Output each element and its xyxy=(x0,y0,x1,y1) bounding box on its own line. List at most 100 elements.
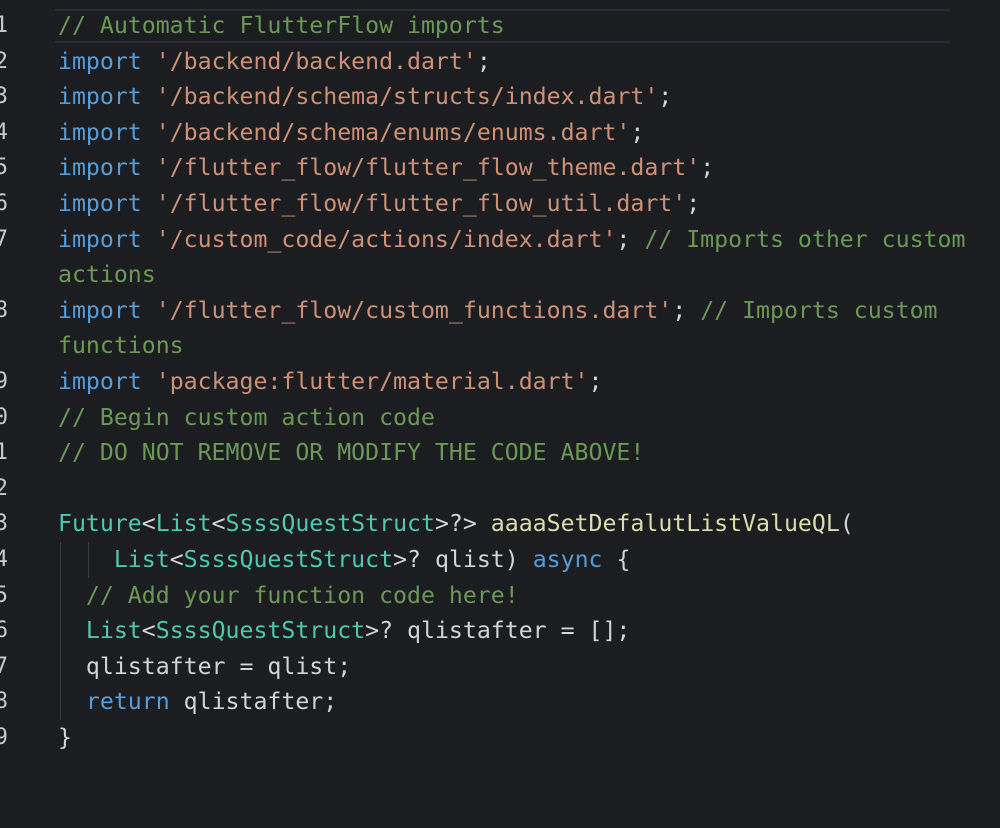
code-content: return qlistafter; xyxy=(58,684,1000,720)
code-content: import '/flutter_flow/flutter_flow_util.… xyxy=(58,186,1000,222)
code-type: List xyxy=(155,510,212,538)
code-string: '/custom_code/actions/index.dart' xyxy=(155,225,617,253)
code-type: SsssQuestStruct xyxy=(183,545,394,573)
code-punctuation: ; xyxy=(476,47,491,75)
code-line[interactable]: 11 // DO NOT REMOVE OR MODIFY THE CODE AB… xyxy=(0,435,1000,471)
code-content: // Add your function code here! xyxy=(58,578,1000,614)
code-punctuation: ( xyxy=(839,510,854,538)
code-line[interactable]: 10 // Begin custom action code xyxy=(0,400,1000,436)
line-number: 17 xyxy=(0,653,8,679)
code-line[interactable]: 15 // Add your function code here! xyxy=(0,577,1000,614)
code-text: qlistafter = qlist; xyxy=(58,652,352,680)
code-type: SsssQuestStruct xyxy=(155,617,366,645)
code-content: import '/backend/schema/structs/index.da… xyxy=(58,79,1000,115)
line-number: 4 xyxy=(0,119,8,145)
code-line[interactable]: 3 import '/backend/schema/structs/index.d… xyxy=(0,79,1000,115)
code-string: '/flutter_flow/custom_functions.dart' xyxy=(155,296,673,324)
code-string: 'package:flutter/material.dart' xyxy=(155,367,589,395)
code-type: List xyxy=(85,617,142,645)
code-line[interactable]: 14 List<SsssQuestStruct>? qlist) async { xyxy=(0,541,1000,578)
code-text: qlistafter = []; xyxy=(407,617,631,645)
line-number: 16 xyxy=(0,618,8,644)
line-number: 14 xyxy=(0,546,8,572)
code-line[interactable]: 12 xyxy=(0,471,1000,507)
code-line[interactable]: 17 qlistafter = qlist; xyxy=(0,648,1000,685)
line-number: 8 xyxy=(0,297,8,323)
code-content: import '/backend/schema/enums/enums.dart… xyxy=(58,115,1000,151)
code-line[interactable]: 8 import '/flutter_flow/custom_functions.… xyxy=(0,293,1000,364)
code-punctuation: ; xyxy=(700,154,715,182)
code-punctuation: ) xyxy=(504,545,533,573)
code-content: // DO NOT REMOVE OR MODIFY THE CODE ABOV… xyxy=(58,435,1000,471)
code-keyword: import xyxy=(58,296,142,324)
code-line[interactable]: 5 import '/flutter_flow/flutter_flow_them… xyxy=(0,150,1000,186)
code-line[interactable]: 18 return qlistafter; xyxy=(0,684,1000,720)
code-line[interactable]: 7 import '/custom_code/actions/index.dart… xyxy=(0,222,1000,293)
code-line[interactable]: 9 import 'package:flutter/material.dart'; xyxy=(0,364,1000,400)
code-line[interactable]: 4 import '/backend/schema/enums/enums.dar… xyxy=(0,115,1000,151)
code-comment: // Add your function code here! xyxy=(85,581,519,609)
code-punctuation: ; xyxy=(658,83,673,111)
code-keyword: import xyxy=(58,367,142,395)
code-line[interactable]: 6 import '/flutter_flow/flutter_flow_util… xyxy=(0,186,1000,222)
code-punctuation: >?> xyxy=(434,510,491,538)
code-keyword: async xyxy=(532,545,603,573)
code-type: SsssQuestStruct xyxy=(225,510,435,538)
code-string: '/backend/schema/structs/index.dart' xyxy=(155,83,659,111)
code-text: qlist xyxy=(434,545,505,573)
code-punctuation: ; xyxy=(630,118,645,146)
indent-guide xyxy=(60,613,61,649)
code-function: aaaaSetDefalutListValueQL xyxy=(490,510,840,538)
line-number: 18 xyxy=(0,689,8,715)
line-number: 2 xyxy=(0,48,8,74)
code-content: qlistafter = qlist; xyxy=(58,649,1000,685)
code-string: '/backend/schema/enums/enums.dart' xyxy=(155,118,631,146)
code-punctuation: ; xyxy=(672,296,701,324)
code-keyword: import xyxy=(58,118,142,146)
code-comment: // DO NOT REMOVE OR MODIFY THE CODE ABOV… xyxy=(58,439,645,467)
code-text: qlistafter; xyxy=(169,688,338,716)
indent-guide xyxy=(88,541,89,578)
line-number: 12 xyxy=(0,475,8,501)
code-content: // Begin custom action code xyxy=(58,400,1000,436)
code-line[interactable]: 19} xyxy=(0,720,1000,756)
code-punctuation: >? xyxy=(393,545,435,573)
line-number: 9 xyxy=(0,368,8,394)
code-string: '/flutter_flow/flutter_flow_util.dart' xyxy=(155,189,687,217)
code-type: Future xyxy=(58,510,142,538)
code-punctuation: { xyxy=(602,545,631,573)
code-content: import 'package:flutter/material.dart'; xyxy=(58,364,1000,400)
code-line[interactable]: 2 import '/backend/backend.dart'; xyxy=(0,44,1000,80)
code-comment: // Automatic FlutterFlow imports xyxy=(58,12,505,39)
code-punctuation: < xyxy=(211,510,226,538)
code-content: Future<List<SsssQuestStruct>?> aaaaSetDe… xyxy=(58,506,1000,542)
code-content: import '/custom_code/actions/index.dart'… xyxy=(58,222,1000,293)
code-editor[interactable]: 1 // Automatic FlutterFlow imports 2 import… xyxy=(0,8,1000,755)
code-punctuation: } xyxy=(58,723,72,751)
code-punctuation: ; xyxy=(616,225,645,253)
code-line[interactable]: 1 // Automatic FlutterFlow imports xyxy=(0,8,1000,44)
code-punctuation: ; xyxy=(686,189,701,217)
line-number: 13 xyxy=(0,511,8,537)
code-punctuation: < xyxy=(141,617,156,645)
indent-guide xyxy=(60,541,61,578)
code-keyword: import xyxy=(58,47,142,75)
line-number: 19 xyxy=(0,724,8,750)
code-line[interactable]: 16 List<SsssQuestStruct>? qlistafter = [… xyxy=(0,613,1000,649)
line-number: 1 xyxy=(0,13,8,38)
line-number: 5 xyxy=(0,155,8,181)
indent-guide xyxy=(60,577,61,614)
line-number: 6 xyxy=(0,190,8,216)
code-line[interactable]: 13Future<List<SsssQuestStruct>?> aaaaSet… xyxy=(0,506,1000,542)
line-number: 15 xyxy=(0,582,8,608)
code-keyword: import xyxy=(58,83,142,111)
